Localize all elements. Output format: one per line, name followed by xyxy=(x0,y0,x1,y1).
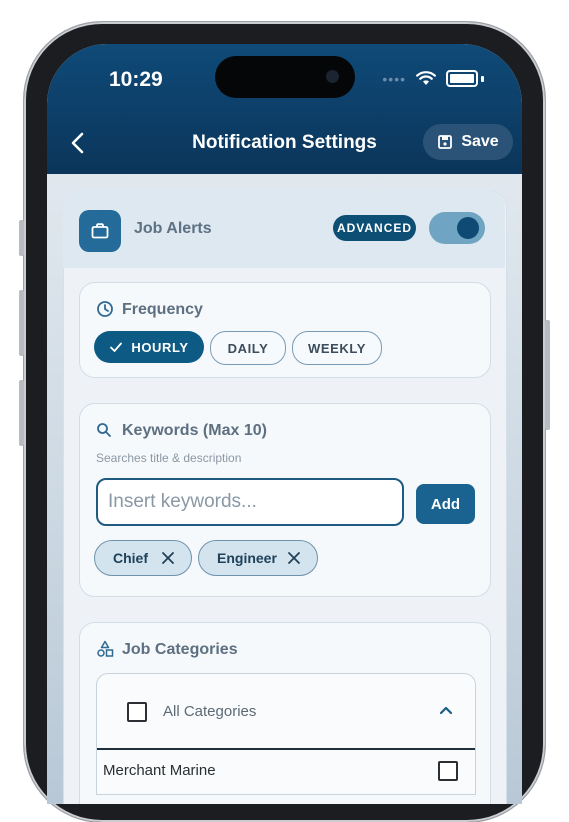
chevron-up-icon[interactable] xyxy=(437,702,455,720)
keyword-tag-label: Engineer xyxy=(217,550,277,566)
save-icon xyxy=(438,135,453,149)
job-categories-section: Job Categories All Categories Merchant M… xyxy=(79,622,491,804)
phone-volume-down xyxy=(19,380,24,446)
category-item-checkbox[interactable] xyxy=(438,761,458,781)
categories-dropdown: All Categories Merchant Marine xyxy=(96,673,476,795)
frequency-option-daily[interactable]: DAILY xyxy=(210,331,286,365)
toggle-knob xyxy=(457,217,479,239)
phone-side-button xyxy=(19,220,24,256)
job-alerts-icon-container xyxy=(79,210,121,252)
save-button[interactable]: Save xyxy=(423,124,513,160)
keyword-tag: Engineer xyxy=(198,540,318,576)
briefcase-icon xyxy=(91,223,109,239)
search-icon xyxy=(97,423,111,437)
keyword-input-placeholder: Insert keywords... xyxy=(108,491,257,512)
phone-volume-up xyxy=(19,290,24,356)
battery-tip xyxy=(481,75,484,82)
keywords-title: Keywords (Max 10) xyxy=(122,422,267,439)
job-alerts-toggle[interactable] xyxy=(429,212,485,244)
check-icon xyxy=(110,342,123,352)
frequency-option-weekly[interactable]: WEEKLY xyxy=(292,331,382,365)
keyword-tag: Chief xyxy=(94,540,192,576)
all-categories-label: All Categories xyxy=(163,703,257,720)
status-time: 10:29 xyxy=(109,68,163,91)
camera-icon xyxy=(326,70,339,83)
keywords-section: Keywords (Max 10) Searches title & descr… xyxy=(79,403,491,597)
keyword-input[interactable]: Insert keywords... xyxy=(96,478,404,526)
frequency-option-label: WEEKLY xyxy=(307,340,367,356)
all-categories-checkbox[interactable] xyxy=(127,702,147,722)
add-keyword-button[interactable]: Add xyxy=(416,484,475,524)
keyword-tag-label: Chief xyxy=(113,550,148,566)
job-alerts-title: Job Alerts xyxy=(134,220,212,237)
frequency-option-hourly[interactable]: HOURLY xyxy=(94,331,204,363)
frequency-section: Frequency HOURLY DAILY WEEKLY xyxy=(79,282,491,378)
frequency-title: Frequency xyxy=(122,301,203,318)
battery-icon xyxy=(446,70,478,87)
advanced-badge[interactable]: ADVANCED xyxy=(333,215,416,241)
divider xyxy=(97,748,475,750)
remove-tag-icon[interactable] xyxy=(159,549,177,567)
clock-icon xyxy=(97,301,113,317)
phone-power-button xyxy=(545,320,550,430)
keywords-hint: Searches title & description xyxy=(96,451,242,465)
status-icons: •••• xyxy=(382,70,484,87)
category-item-label: Merchant Marine xyxy=(103,762,216,779)
dynamic-island xyxy=(215,56,355,98)
app-screen: 10:29 •••• Notification Settings Save Jo… xyxy=(47,44,522,804)
save-label: Save xyxy=(461,133,499,150)
wifi-icon xyxy=(416,71,436,85)
remove-tag-icon[interactable] xyxy=(285,549,303,567)
job-categories-title: Job Categories xyxy=(122,641,238,658)
cell-signal-icon: •••• xyxy=(382,70,406,87)
frequency-option-label: HOURLY xyxy=(131,339,189,355)
shapes-icon xyxy=(97,640,114,657)
top-app-bar: 10:29 •••• Notification Settings Save xyxy=(47,44,522,174)
frequency-option-label: DAILY xyxy=(227,340,269,356)
